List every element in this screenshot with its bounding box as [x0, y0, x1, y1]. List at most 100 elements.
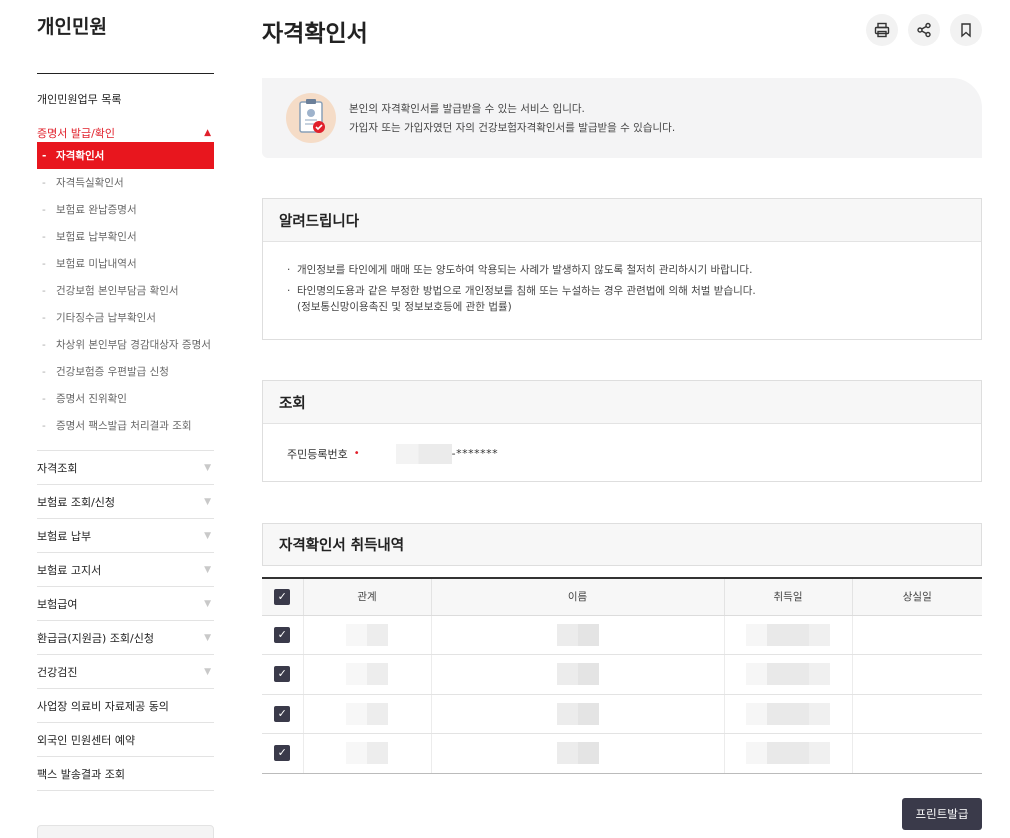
- redacted-value: [346, 663, 388, 686]
- redacted-value: [346, 623, 388, 646]
- table-row: ✓: [262, 733, 982, 774]
- sidebar-subitem[interactable]: - 자격득실확인서: [37, 169, 214, 196]
- redacted-value: [346, 702, 388, 725]
- checkbox-checked-icon[interactable]: ✓: [274, 626, 291, 643]
- sidebar-subitem[interactable]: - 건강보험증 우편발급 신청: [37, 358, 214, 385]
- relation-cell: [302, 654, 431, 695]
- sidebar-sublist: - 자격확인서 - 자격득실확인서 - 보험료 완납증명서 - 보험료 납부확인서 -보…: [37, 142, 214, 439]
- sidebar-subitem[interactable]: - 보험료 미납내역서: [37, 250, 214, 277]
- intro-banner: 본인의 자격확인서를 발급받을 수 있는 서비스 입니다. 가입자 또는 가입자…: [262, 78, 982, 158]
- checkbox-checked-icon[interactable]: ✓: [274, 588, 291, 605]
- acquired-date-cell: [723, 733, 852, 774]
- sidebar-item-label: 자격조회: [37, 461, 78, 475]
- sidebar-item-qualification-lookup[interactable]: 자격조회 ▼: [37, 451, 214, 485]
- sidebar-item-premium-notice[interactable]: 보험료 고지서 ▼: [37, 553, 214, 587]
- rrn-masked-value: [395, 443, 452, 464]
- table-row: ✓: [262, 654, 982, 695]
- row-select-cell[interactable]: ✓: [262, 654, 303, 695]
- required-mark: •: [353, 448, 360, 459]
- sidebar-item-label: 보험료 조회/신청: [37, 495, 116, 509]
- dash-icon: -: [42, 284, 46, 297]
- checkbox-checked-icon[interactable]: ✓: [274, 745, 291, 762]
- row-select-cell[interactable]: ✓: [262, 694, 303, 734]
- lost-date-cell: [851, 733, 982, 774]
- notice-text: 개인정보를 타인에게 매매 또는 양도하여 악용되는 사례가 발생하지 않도록 …: [297, 264, 753, 276]
- row-select-cell[interactable]: ✓: [262, 615, 303, 655]
- sidebar-item-label: 보험료 고지서: [37, 563, 102, 577]
- select-all-cell[interactable]: ✓: [262, 578, 303, 616]
- sidebar-item-foreigner-reservation[interactable]: 외국인 민원센터 예약: [37, 723, 214, 757]
- checkbox-checked-icon[interactable]: ✓: [274, 705, 291, 722]
- acquired-date-cell: [723, 694, 852, 734]
- sidebar-item-label: 개인민원업무 목록: [37, 93, 122, 106]
- chevron-down-icon: ▼: [204, 666, 211, 677]
- chevron-down-icon: ▼: [204, 462, 211, 473]
- certificate-icon: [286, 93, 336, 143]
- sidebar-subitem-label: 보험료 납부확인서: [56, 231, 137, 243]
- sidebar-item-label: 건강검진: [37, 665, 78, 679]
- query-title: 조회: [263, 381, 981, 424]
- chevron-down-icon: ▼: [204, 530, 211, 541]
- relation-cell: [302, 615, 431, 655]
- sidebar-item-label: 사업장 의료비 자료제공 동의: [37, 699, 169, 713]
- name-cell: [430, 733, 724, 774]
- sidebar-subitem[interactable]: - 건강보험 본인부담금 확인서: [37, 277, 214, 304]
- sidebar-item-label: 팩스 발송결과 조회: [37, 767, 125, 781]
- sidebar-item-benefits[interactable]: 보험급여 ▼: [37, 587, 214, 621]
- sidebar-item-checkup[interactable]: 건강검진 ▼: [37, 655, 214, 689]
- sidebar-item-premium-lookup[interactable]: 보험료 조회/신청 ▼: [37, 485, 214, 519]
- dash-icon: -: [42, 257, 46, 270]
- intro-line: 가입자 또는 가입자였던 자의 건강보험자격확인서를 발급받을 수 있습니다.: [349, 122, 676, 134]
- lost-date-cell: [851, 654, 982, 695]
- redacted-value: [746, 702, 830, 725]
- dash-icon: -: [42, 311, 46, 324]
- bookmark-button[interactable]: [950, 14, 982, 46]
- acquired-date-cell: [723, 654, 852, 695]
- name-cell: [430, 654, 724, 695]
- sidebar-item-fax-result[interactable]: 팩스 발송결과 조회: [37, 757, 214, 791]
- sidebar-item-refund[interactable]: 환급금(지원금) 조회/신청 ▼: [37, 621, 214, 655]
- chevron-up-icon: ▲: [204, 128, 211, 138]
- sidebar-subitem[interactable]: - 보험료 완납증명서: [37, 196, 214, 223]
- chevron-down-icon: ▼: [204, 564, 211, 575]
- column-header: 취득일: [723, 578, 852, 616]
- query-box: 조회 주민등록번호 • -*******: [262, 380, 982, 482]
- print-issue-button[interactable]: 프린트발급: [902, 798, 982, 830]
- sidebar-subitem-label: 차상위 본인부담 경감대상자 증명서: [56, 339, 211, 351]
- dash-icon: -: [42, 149, 47, 162]
- page-title: 자격확인서: [262, 21, 368, 47]
- chevron-down-icon: ▼: [204, 632, 211, 643]
- sidebar-subitem[interactable]: - 차상위 본인부담 경감대상자 증명서: [37, 331, 214, 358]
- sidebar-subitem[interactable]: - 증명서 진위확인: [37, 385, 214, 412]
- intro-text: 본인의 자격확인서를 발급받을 수 있는 서비스 입니다. 가입자 또는 가입자…: [349, 100, 675, 138]
- sidebar-menu: 개인민원업무 목록 증명서 발급/확인 ▲ - 자격확인서 - 자격득실확인서 -보…: [37, 74, 214, 791]
- rrn-label: 주민등록번호: [287, 447, 348, 461]
- sidebar-subitem-label: 증명서 진위확인: [56, 393, 127, 405]
- column-header: 관계: [302, 578, 431, 616]
- lost-date-cell: [851, 615, 982, 655]
- history-title: 자격확인서 취득내역: [262, 523, 982, 566]
- redacted-value: [556, 663, 599, 686]
- print-button[interactable]: [866, 14, 898, 46]
- sidebar-item-label: 보험급여: [37, 597, 78, 611]
- name-cell: [430, 694, 724, 734]
- dash-icon: -: [42, 419, 46, 432]
- checkbox-checked-icon[interactable]: ✓: [274, 666, 291, 683]
- sidebar-item-premium-payment[interactable]: 보험료 납부 ▼: [37, 519, 214, 553]
- notice-subtext: (정보통신망이용촉진 및 정보보호등에 관한 법률): [297, 301, 512, 313]
- sidebar-subitem-label: 건강보험증 우편발급 신청: [56, 366, 169, 378]
- sidebar-group-certificates[interactable]: 증명서 발급/확인 ▲: [37, 116, 214, 150]
- sidebar-subitem[interactable]: - 보험료 납부확인서: [37, 223, 214, 250]
- dash-icon: -: [42, 230, 46, 243]
- print-icon: [874, 22, 890, 38]
- sidebar-subitem[interactable]: - 증명서 팩스발급 처리결과 조회: [37, 412, 214, 439]
- sidebar-subitem[interactable]: - 기타징수금 납부확인서: [37, 304, 214, 331]
- sidebar-title: 개인민원: [37, 16, 107, 38]
- sidebar-extra-panel: [37, 825, 214, 838]
- sidebar-item-medical-consent[interactable]: 사업장 의료비 자료제공 동의: [37, 689, 214, 723]
- row-select-cell[interactable]: ✓: [262, 733, 303, 774]
- dash-icon: -: [42, 203, 46, 216]
- bookmark-icon: [961, 23, 971, 38]
- share-button[interactable]: [908, 14, 940, 46]
- notice-box: 알려드립니다 개인정보를 타인에게 매매 또는 양도하여 악용되는 사례가 발생…: [262, 198, 982, 340]
